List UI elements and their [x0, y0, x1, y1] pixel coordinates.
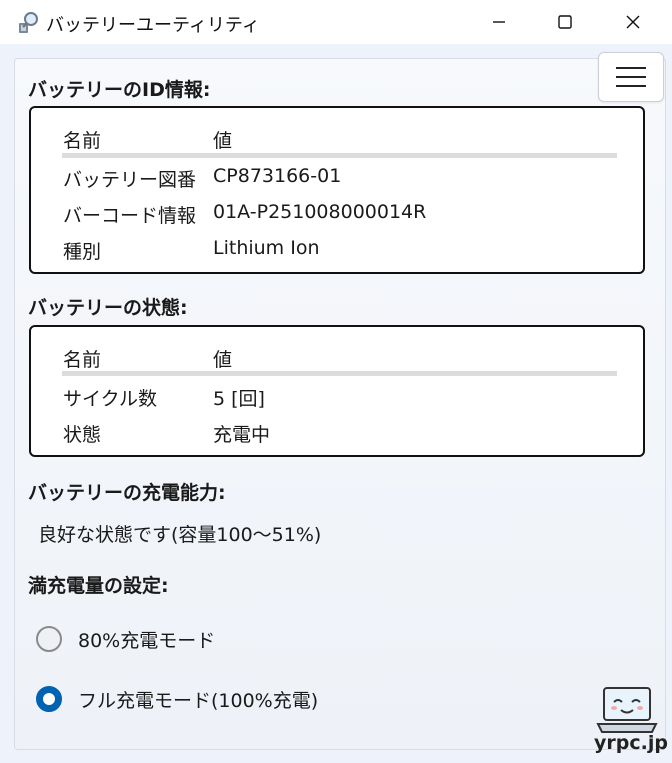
- id-section-title: バッテリーのID情報:: [28, 79, 211, 101]
- state-header-value: 値: [213, 349, 233, 371]
- close-icon: [626, 15, 640, 29]
- minimize-icon: [493, 21, 505, 23]
- maximize-icon: [558, 15, 572, 29]
- laptop-mascot-icon: [596, 687, 658, 733]
- hamburger-menu-button[interactable]: [598, 52, 664, 102]
- window-title: バッテリーユーティリティ: [46, 15, 260, 36]
- id-row-name: 種別: [63, 241, 102, 263]
- charge-setting-title: 満充電量の設定:: [28, 575, 169, 597]
- id-row-name: バーコード情報: [63, 205, 197, 227]
- minimize-button[interactable]: [470, 0, 528, 44]
- radio-full-charge-mode[interactable]: フル充電モード(100%充電): [36, 682, 318, 716]
- id-header-value: 値: [213, 130, 233, 152]
- magnifier-battery-icon: [19, 12, 38, 33]
- state-row-name: 状態: [63, 424, 102, 446]
- id-row-value: Lithium Ion: [213, 237, 320, 259]
- id-row-name: バッテリー図番: [63, 169, 197, 191]
- state-header-divider: [62, 371, 617, 376]
- watermark-site-label: yrpc.jp: [594, 732, 668, 754]
- hamburger-icon: [616, 67, 646, 87]
- state-header-name: 名前: [63, 349, 102, 371]
- radio-80-percent-mode[interactable]: 80%充電モード: [36, 622, 215, 656]
- radio-label: フル充電モード(100%充電): [78, 689, 319, 712]
- id-header-divider: [62, 153, 617, 158]
- maximize-button[interactable]: [536, 0, 594, 44]
- id-row-value: CP873166-01: [213, 165, 342, 187]
- state-row-value: 5 [回]: [213, 388, 265, 410]
- capacity-status-text: 良好な状態です(容量100〜51%): [38, 524, 322, 546]
- close-button[interactable]: [604, 0, 662, 44]
- title-bar: バッテリーユーティリティ: [0, 0, 672, 44]
- id-header-name: 名前: [63, 130, 102, 152]
- state-row-name: サイクル数: [63, 388, 158, 410]
- radio-unselected-icon[interactable]: [36, 626, 62, 652]
- id-row-value: 01A-P251008000014R: [213, 201, 427, 223]
- state-section-title: バッテリーの状態:: [28, 297, 188, 319]
- radio-label: 80%充電モード: [78, 629, 216, 652]
- radio-selected-icon[interactable]: [36, 686, 62, 712]
- capacity-section-title: バッテリーの充電能力:: [28, 482, 226, 504]
- state-row-value: 充電中: [213, 424, 271, 446]
